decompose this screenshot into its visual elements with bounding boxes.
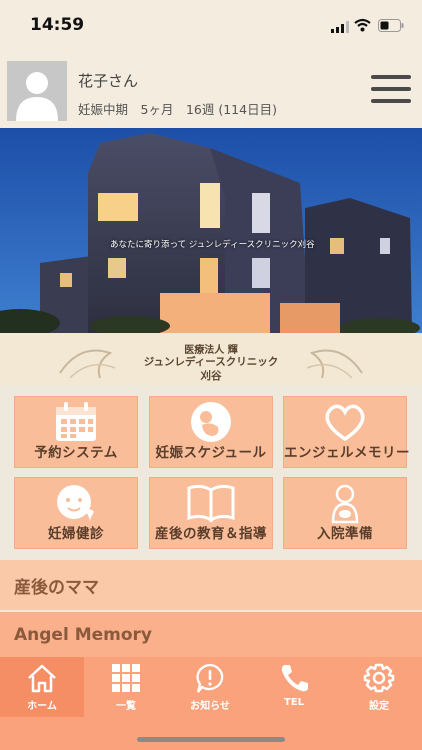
grid-icon bbox=[112, 664, 140, 692]
notice-icon bbox=[196, 663, 224, 693]
wifi-icon bbox=[354, 18, 371, 32]
section-label: 産後のママ bbox=[14, 578, 99, 598]
status-bar: 14:59 bbox=[0, 0, 422, 54]
tab-label: 設定 bbox=[369, 701, 389, 712]
tile-pregnancy-schedule[interactable]: 妊娠スケジュール bbox=[149, 396, 273, 468]
section-label: Angel Memory bbox=[14, 625, 153, 645]
menu-bar bbox=[371, 75, 411, 79]
profile-header: 花子さん 妊娠中期 5ヶ月 16週 (114日目) bbox=[0, 54, 422, 128]
home-indicator[interactable] bbox=[137, 737, 285, 742]
status-time: 14:59 bbox=[30, 15, 85, 35]
tab-list[interactable]: 一覧 bbox=[84, 657, 168, 717]
tab-settings[interactable]: 設定 bbox=[336, 657, 422, 717]
tab-home[interactable]: ホーム bbox=[0, 657, 84, 717]
book-icon bbox=[187, 484, 235, 523]
tile-hospital-preparation[interactable]: 入院準備 bbox=[283, 477, 407, 549]
clinic-location: 刈谷 bbox=[200, 370, 222, 382]
tile-angel-memory[interactable]: エンジェルメモリー bbox=[283, 396, 410, 468]
clinic-name: ジュンレディースクリニック bbox=[143, 356, 279, 368]
baby-in-womb-icon bbox=[191, 402, 231, 442]
menu-bar bbox=[371, 99, 411, 103]
tab-tel[interactable]: TEL bbox=[252, 657, 336, 717]
heart-icon bbox=[325, 404, 365, 442]
tab-label: 一覧 bbox=[116, 701, 136, 712]
hamburger-menu-button[interactable] bbox=[371, 75, 411, 107]
tile-prenatal-checkup[interactable]: 妊婦健診 bbox=[14, 477, 138, 549]
settings-icon bbox=[363, 663, 395, 693]
phone-icon bbox=[281, 665, 308, 692]
section-angel-memory[interactable]: Angel Memory bbox=[0, 612, 422, 662]
tile-label: 妊婦健診 bbox=[48, 526, 104, 542]
menu-bar bbox=[371, 87, 411, 91]
tab-label: TEL bbox=[283, 697, 305, 708]
battery-icon bbox=[378, 19, 404, 32]
tile-label: 入院準備 bbox=[317, 526, 373, 542]
calendar-icon bbox=[56, 402, 96, 441]
home-icon bbox=[28, 664, 56, 693]
hero-caption: あなたに寄り添って ジュンレディースクリニック刈谷 bbox=[110, 240, 315, 250]
tab-label: お知らせ bbox=[190, 701, 230, 712]
user-silhouette-icon bbox=[16, 72, 58, 121]
tile-label: 予約システム bbox=[34, 445, 118, 461]
tab-label: ホーム bbox=[27, 701, 57, 712]
tile-label: エンジェルメモリー bbox=[284, 445, 410, 461]
tab-notices[interactable]: お知らせ bbox=[168, 657, 252, 717]
avatar[interactable] bbox=[7, 61, 67, 121]
pregnancy-status: 妊娠中期 5ヶ月 16週 (114日目) bbox=[78, 102, 277, 117]
clinic-building-illustration bbox=[0, 128, 422, 333]
baby-face-icon bbox=[57, 485, 94, 522]
tile-label: 産後の教育＆指導 bbox=[155, 526, 267, 542]
section-postnatal-mama[interactable]: 産後のママ bbox=[0, 560, 422, 610]
mother-icon bbox=[331, 484, 359, 524]
clinic-name-banner: 医療法人 輝 ジュンレディースクリニック 刈谷 bbox=[0, 333, 422, 385]
tile-reservation-system[interactable]: 予約システム bbox=[14, 396, 138, 468]
tile-postnatal-education[interactable]: 産後の教育＆指導 bbox=[149, 477, 273, 549]
tile-label: 妊娠スケジュール bbox=[155, 445, 267, 461]
user-name: 花子さん bbox=[78, 72, 139, 90]
clinic-hero-image: あなたに寄り添って ジュンレディースクリニック刈谷 bbox=[0, 128, 422, 333]
signal-icon bbox=[331, 21, 349, 33]
